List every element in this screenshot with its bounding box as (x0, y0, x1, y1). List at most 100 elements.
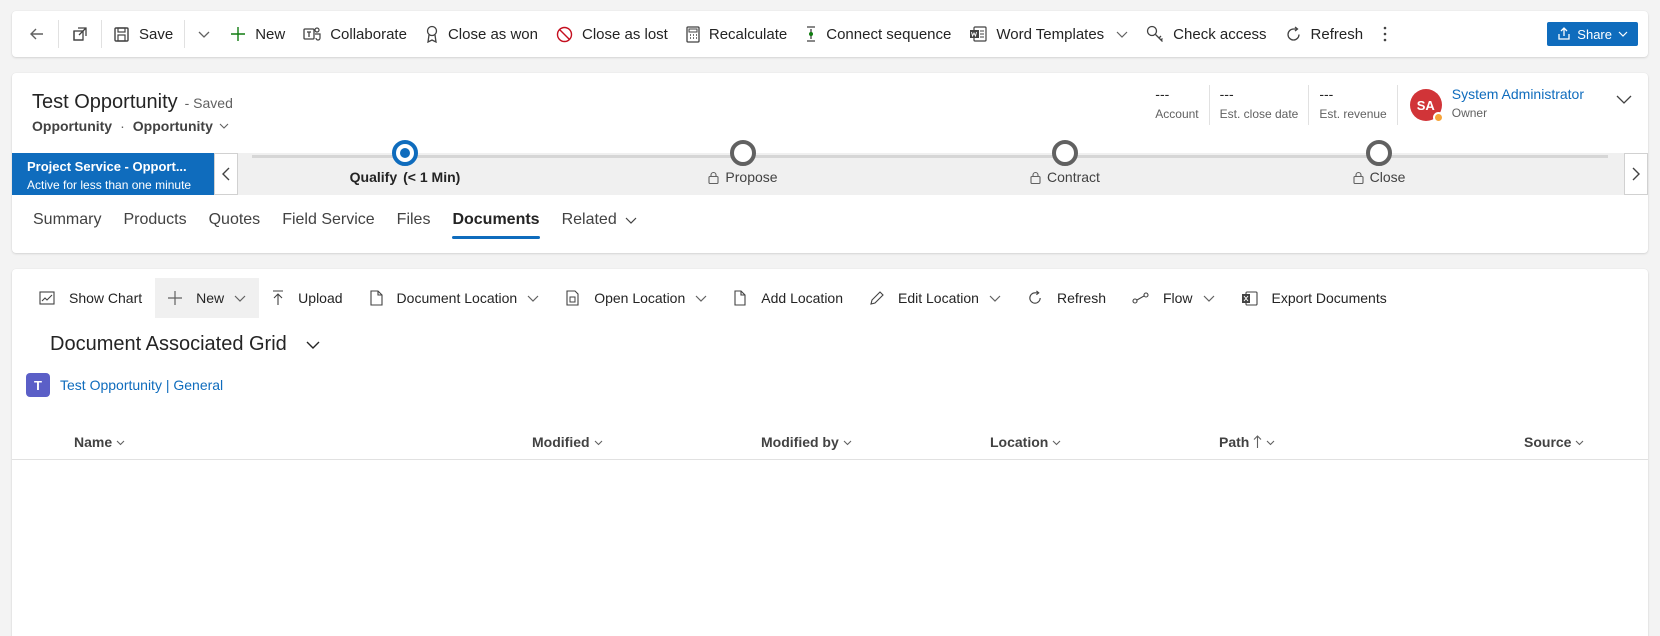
documents-panel: Show Chart New Upload Document Location … (12, 269, 1648, 636)
back-arrow-icon (30, 28, 43, 40)
tab-quotes[interactable]: Quotes (198, 197, 272, 243)
close-as-won-button[interactable]: Close as won (416, 17, 547, 51)
command-label: Add Location (761, 290, 843, 306)
collaborate-button[interactable]: Collaborate (294, 17, 416, 51)
sequence-icon (805, 25, 817, 43)
column-header-path[interactable]: Path (1219, 434, 1275, 450)
command-label: Document Location (396, 290, 518, 306)
owner-name-link[interactable]: System Administrator (1452, 85, 1584, 103)
column-header-location[interactable]: Location (990, 434, 1061, 450)
connect-sequence-button[interactable]: Connect sequence (796, 17, 960, 51)
prohibited-icon (556, 26, 573, 43)
chart-icon (39, 291, 55, 305)
bpf-next-button[interactable] (1624, 153, 1648, 195)
recalculate-label: Recalculate (708, 25, 788, 43)
bpf-previous-button[interactable] (214, 153, 238, 195)
header-field-est-revenue[interactable]: --- Est. revenue (1309, 85, 1398, 125)
stage-name: Close (1369, 169, 1406, 185)
edit-location-button[interactable]: Edit Location (856, 278, 1014, 318)
chevron-down-icon (625, 217, 637, 224)
chevron-down-icon (1618, 31, 1628, 37)
column-header-modified[interactable]: Modified (532, 434, 603, 450)
show-chart-button[interactable]: Show Chart (26, 278, 155, 318)
chevron-down-icon (219, 123, 229, 129)
key-icon (1146, 25, 1164, 43)
open-new-window-button[interactable] (61, 17, 99, 51)
save-icon (113, 26, 130, 43)
recalculate-button[interactable]: Recalculate (677, 17, 796, 51)
pencil-icon (869, 290, 884, 306)
owner-field[interactable]: SA System Administrator Owner (1398, 85, 1632, 123)
column-label: Modified by (761, 434, 839, 450)
expand-header-button[interactable] (1616, 91, 1632, 107)
form-selector[interactable]: Opportunity (133, 118, 229, 134)
refresh-button[interactable]: Refresh (1276, 17, 1373, 51)
header-field-account[interactable]: --- Account (1145, 85, 1210, 125)
tab-label: Summary (33, 211, 102, 228)
command-label: Edit Location (898, 290, 979, 306)
tab-products[interactable]: Products (112, 197, 197, 243)
word-icon (969, 26, 987, 42)
open-location-icon (565, 290, 580, 306)
process-status: Active for less than one minute (27, 178, 192, 192)
column-label: Name (74, 434, 113, 450)
share-button[interactable]: Share (1547, 22, 1638, 46)
save-button[interactable]: Save (104, 17, 182, 51)
record-header: Test Opportunity - Saved Opportunity · O… (12, 73, 1648, 253)
chevron-down-icon (695, 292, 707, 304)
column-header-modified-by[interactable]: Modified by (761, 434, 852, 450)
field-value: --- (1219, 86, 1234, 102)
tab-files[interactable]: Files (386, 197, 442, 243)
tab-documents[interactable]: Documents (441, 197, 550, 243)
word-templates-button[interactable]: Word Templates (960, 17, 1137, 51)
process-selector[interactable]: Project Service - Opport... Active for l… (12, 153, 214, 195)
form-tabs: Summary Products Quotes Field Service Fi… (22, 197, 648, 243)
collaborate-label: Collaborate (330, 25, 407, 43)
teams-icon (303, 26, 321, 42)
tab-field-service[interactable]: Field Service (271, 197, 385, 243)
field-label: Est. revenue (1319, 107, 1387, 121)
chevron-down-icon (116, 440, 125, 445)
open-location-button[interactable]: Open Location (552, 278, 720, 318)
export-documents-button[interactable]: Export Documents (1228, 278, 1400, 318)
header-field-est-close-date[interactable]: --- Est. close date (1210, 85, 1310, 125)
column-header-name[interactable]: Name (74, 434, 125, 450)
column-label: Location (990, 434, 1049, 450)
more-commands-button[interactable] (1372, 17, 1398, 51)
upload-button[interactable]: Upload (259, 278, 355, 318)
document-icon (369, 290, 383, 306)
add-location-button[interactable]: Add Location (720, 278, 856, 318)
view-selector[interactable]: Document Associated Grid (50, 333, 321, 356)
bpf-stage-qualify[interactable]: Qualify (< 1 Min) (305, 140, 505, 185)
bpf-stage-contract[interactable]: Contract (965, 140, 1165, 185)
check-access-button[interactable]: Check access (1137, 17, 1275, 51)
owner-label: Owner (1451, 106, 1488, 120)
document-location-button[interactable]: Document Location (356, 278, 553, 318)
new-document-button[interactable]: New (155, 278, 260, 318)
stage-inactive-icon (730, 140, 756, 166)
column-label: Path (1219, 434, 1250, 450)
tab-related[interactable]: Related (551, 197, 648, 243)
bpf-stage-propose[interactable]: Propose (643, 140, 843, 185)
chevron-down-icon (306, 341, 320, 349)
sort-ascending-icon (1253, 435, 1262, 448)
chevron-down-icon (198, 31, 210, 38)
chevron-down-icon (1203, 292, 1215, 304)
bpf-stage-close[interactable]: Close (1279, 140, 1479, 185)
chevron-down-icon (1116, 28, 1128, 40)
new-button[interactable]: New (221, 17, 294, 51)
separator (101, 20, 102, 48)
refresh-documents-button[interactable]: Refresh (1014, 278, 1119, 318)
column-header-source[interactable]: Source (1524, 434, 1584, 450)
save-options-button[interactable] (187, 17, 221, 51)
back-button[interactable] (18, 17, 56, 51)
chevron-down-icon (1266, 440, 1275, 445)
command-bar: Save New Collaborate Close as won Close … (12, 11, 1648, 57)
teams-channel-link[interactable]: Test Opportunity | General (60, 377, 223, 393)
tab-summary[interactable]: Summary (22, 197, 112, 243)
command-label: Flow (1162, 290, 1193, 306)
field-value: --- (1319, 86, 1334, 102)
flow-button[interactable]: Flow (1119, 278, 1228, 318)
tab-label: Products (123, 211, 187, 228)
close-as-lost-button[interactable]: Close as lost (547, 17, 677, 51)
